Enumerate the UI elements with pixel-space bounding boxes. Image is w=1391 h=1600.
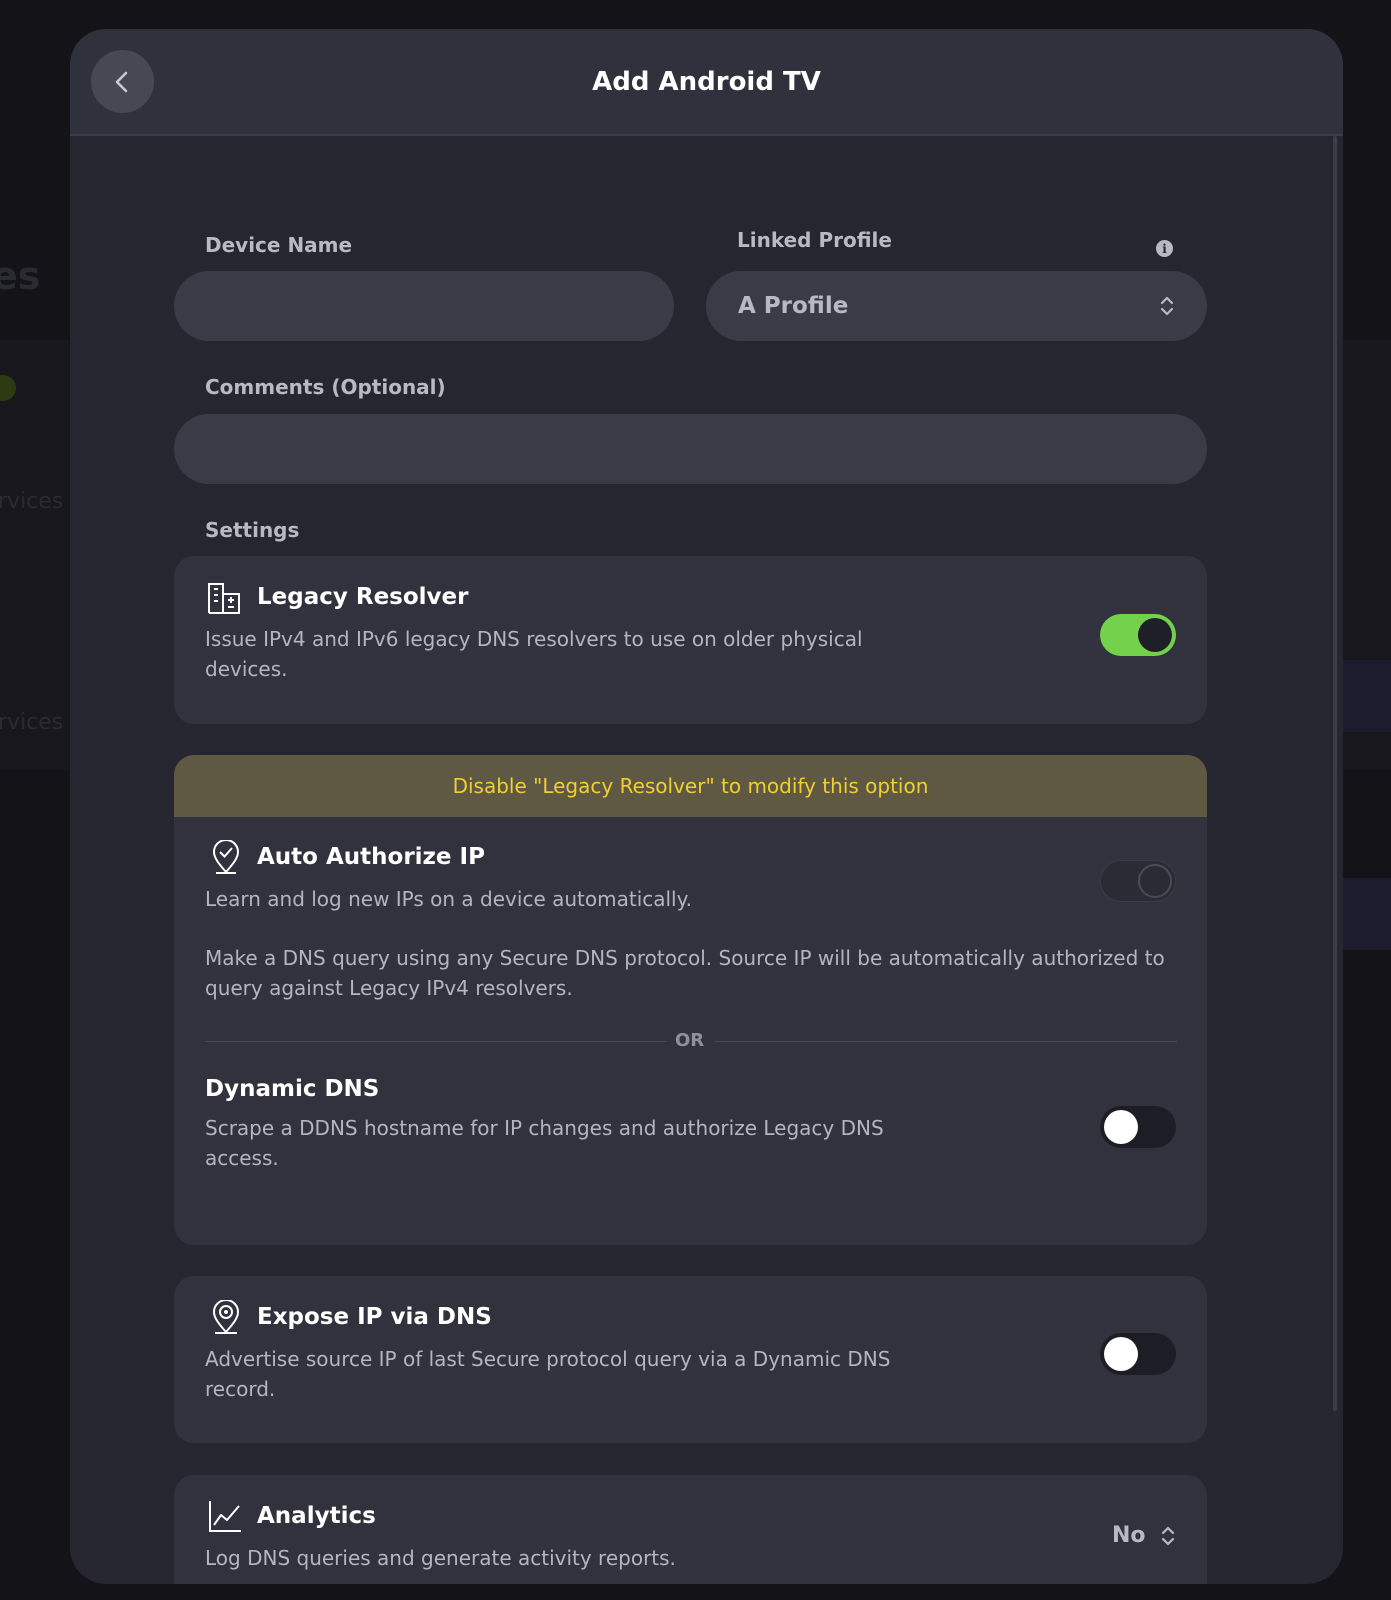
settings-label: Settings xyxy=(205,518,300,542)
analytics-description: Log DNS queries and generate activity re… xyxy=(205,1546,676,1570)
comments-label: Comments (Optional) xyxy=(205,375,446,399)
background-text: rvices xyxy=(0,710,64,735)
auto-authorize-title: Auto Authorize IP xyxy=(257,844,485,870)
divider xyxy=(715,1041,1177,1042)
info-icon[interactable]: i xyxy=(1156,240,1173,257)
modal-title: Add Android TV xyxy=(592,66,821,97)
analytics-title: Analytics xyxy=(257,1503,376,1529)
modal-content: Device Name Linked Profile i A Profile C… xyxy=(70,136,1343,1584)
expose-ip-title: Expose IP via DNS xyxy=(257,1304,492,1330)
expose-ip-description: Advertise source IP of last Secure proto… xyxy=(205,1347,891,1401)
legacy-warning-banner: Disable "Legacy Resolver" to modify this… xyxy=(174,755,1207,817)
chevron-left-icon xyxy=(115,71,127,92)
legacy-resolver-title: Legacy Resolver xyxy=(257,584,469,610)
legacy-resolver-toggle[interactable] xyxy=(1100,614,1176,656)
device-name-input[interactable] xyxy=(174,271,674,341)
line-chart-icon xyxy=(209,1501,241,1532)
device-name-label: Device Name xyxy=(205,233,353,257)
divider xyxy=(205,1041,667,1042)
analytics-value: No xyxy=(1112,1523,1146,1548)
linked-profile-value: A Profile xyxy=(738,293,849,319)
analytics-card: Analytics Log DNS queries and generate a… xyxy=(174,1475,1207,1584)
expose-ip-toggle[interactable] xyxy=(1100,1333,1176,1375)
chevron-up-down-icon xyxy=(1161,1526,1174,1545)
legacy-resolver-card: Legacy Resolver Issue IPv4 and IPv6 lega… xyxy=(174,556,1207,724)
auto-authorize-detail: Make a DNS query using any Secure DNS pr… xyxy=(205,946,1165,1000)
location-radar-icon xyxy=(212,1300,240,1334)
dynamic-dns-description: Scrape a DDNS hostname for IP changes an… xyxy=(205,1116,884,1170)
building-icon xyxy=(208,583,240,614)
linked-profile-label: Linked Profile xyxy=(737,228,892,252)
auto-authorize-card: Disable "Legacy Resolver" to modify this… xyxy=(174,755,1207,1245)
comments-input[interactable] xyxy=(174,414,1207,484)
expose-ip-card: Expose IP via DNS Advertise source IP of… xyxy=(174,1276,1207,1443)
location-check-icon xyxy=(212,840,240,874)
legacy-resolver-description: Issue IPv4 and IPv6 legacy DNS resolvers… xyxy=(205,627,863,681)
analytics-select[interactable]: No xyxy=(1112,1523,1176,1548)
or-separator: OR xyxy=(675,1030,705,1051)
dynamic-dns-title: Dynamic DNS xyxy=(205,1076,380,1102)
linked-profile-select[interactable]: A Profile xyxy=(706,271,1207,341)
modal-header: Add Android TV xyxy=(70,29,1343,136)
auto-authorize-toggle[interactable] xyxy=(1100,860,1176,902)
background-heading: es xyxy=(0,254,41,298)
add-device-modal: Add Android TV Device Name Linked Profil… xyxy=(70,29,1343,1584)
chevron-up-down-icon xyxy=(1160,296,1174,316)
auto-authorize-description: Learn and log new IPs on a device automa… xyxy=(205,887,692,911)
background-text: rvices xyxy=(0,489,64,514)
dynamic-dns-toggle[interactable] xyxy=(1100,1106,1176,1148)
back-button[interactable] xyxy=(91,50,154,113)
